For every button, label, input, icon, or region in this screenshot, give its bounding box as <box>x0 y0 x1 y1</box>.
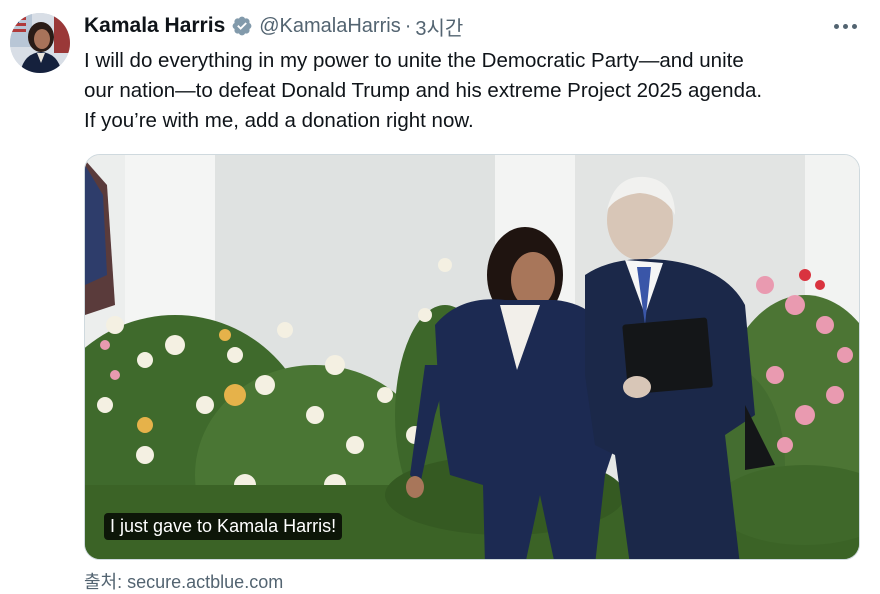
link-source[interactable]: 출처: secure.actblue.com <box>84 568 283 594</box>
tweet-text-line: our nation—to defeat Donald Trump and hi… <box>84 79 763 102</box>
media-photo <box>85 155 859 559</box>
media-caption: I just gave to Kamala Harris! <box>104 513 343 540</box>
timestamp[interactable]: 3시간 <box>415 12 463 41</box>
author-handle[interactable]: @KamalaHarris <box>259 15 400 38</box>
media-card[interactable]: I just gave to Kamala Harris! <box>84 154 860 560</box>
separator-dot: · <box>404 14 412 37</box>
tweet-text-line: If you’re with me, add a donation right … <box>84 109 474 132</box>
avatar[interactable] <box>10 13 70 73</box>
tweet-text: I will do everything in my power to unit… <box>84 46 864 136</box>
verified-badge-icon <box>231 15 253 37</box>
author-name[interactable]: Kamala Harris <box>84 14 225 38</box>
tweet-header: Kamala Harris @KamalaHarris · 3시간 <box>84 11 463 41</box>
more-options-icon[interactable] <box>830 14 860 38</box>
tweet-text-line: I will do everything in my power to unit… <box>84 49 744 72</box>
